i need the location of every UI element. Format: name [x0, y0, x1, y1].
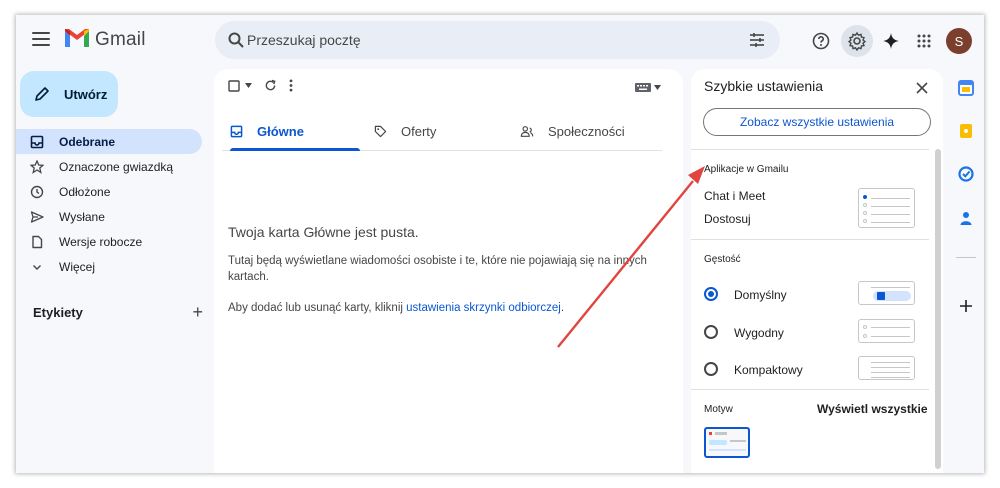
gmail-window: Gmail S Utwórz Odebrane O: [16, 15, 984, 473]
annotation-arrow: [557, 166, 705, 348]
